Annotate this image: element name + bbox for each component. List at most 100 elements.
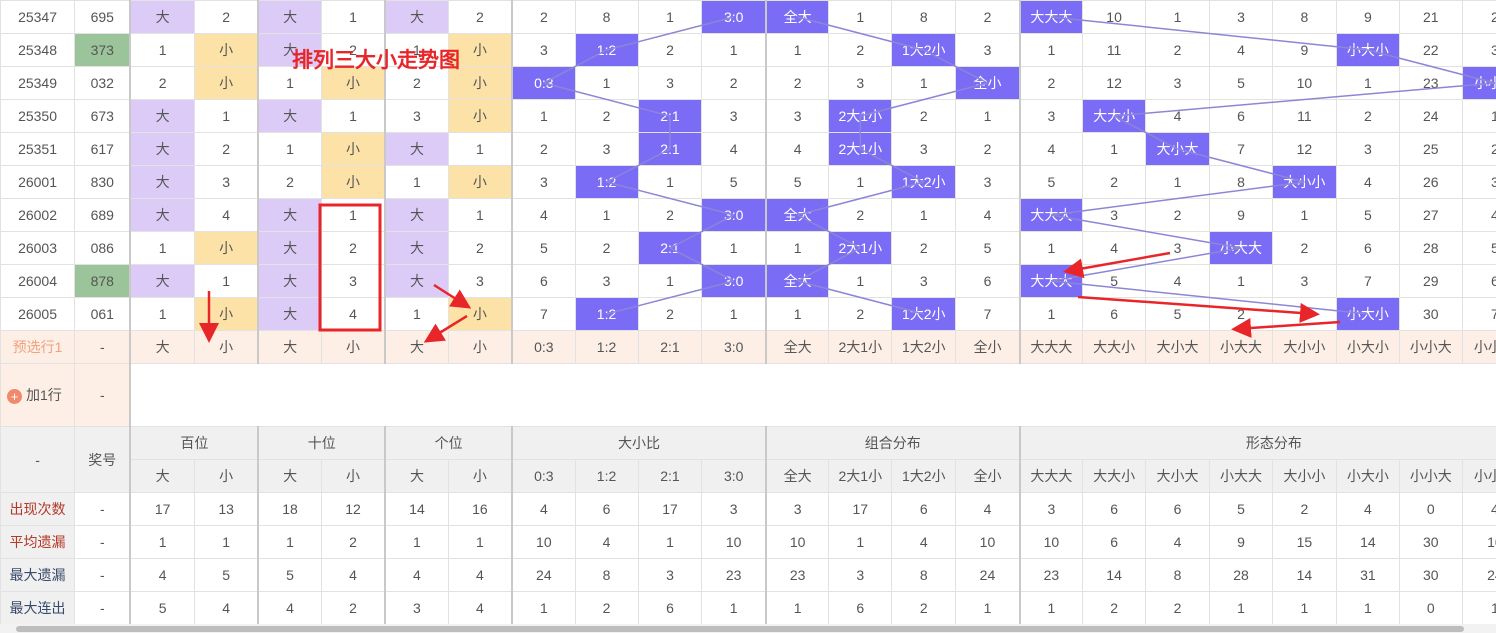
form-cell: 大大大 bbox=[1019, 198, 1084, 232]
form-cell: 23 bbox=[1398, 66, 1463, 100]
bai-cell: 小 bbox=[193, 66, 260, 100]
add-row-empty bbox=[129, 363, 1496, 427]
award-number-cell: 673 bbox=[74, 99, 132, 133]
ratio-cell: 5 bbox=[701, 165, 767, 199]
shi-cell: 4 bbox=[320, 297, 387, 331]
award-number-cell: 032 bbox=[74, 66, 132, 100]
ratio-cell: 1:2 bbox=[574, 165, 639, 199]
ratio-cell: 1 bbox=[701, 231, 767, 265]
ratio-cell: 1 bbox=[574, 198, 639, 232]
stat-label: 平均遗漏 bbox=[0, 525, 76, 559]
preselect-cell[interactable]: 3:0 bbox=[701, 330, 767, 364]
ge-cell: 大 bbox=[384, 198, 449, 232]
stat-value: 6 bbox=[1082, 525, 1147, 559]
form-cell: 1 bbox=[1145, 165, 1211, 199]
form-cell: 9 bbox=[1209, 198, 1273, 232]
form-cell: 11 bbox=[1082, 33, 1147, 67]
stat-value: 17 bbox=[828, 492, 893, 526]
award-number-cell: 617 bbox=[74, 132, 132, 166]
preselect-cell[interactable]: 全小 bbox=[955, 330, 1021, 364]
header-group-ge: 个位 bbox=[384, 426, 514, 460]
preselect-cell[interactable]: 小大大 bbox=[1209, 330, 1273, 364]
bai-cell: 1 bbox=[193, 99, 260, 133]
stat-value: 4 bbox=[955, 492, 1021, 526]
preselect-cell[interactable]: 小 bbox=[193, 330, 260, 364]
form-cell: 12 bbox=[1271, 132, 1337, 166]
preselect-cell[interactable]: 0:3 bbox=[511, 330, 576, 364]
form-cell: 22 bbox=[1398, 33, 1463, 67]
trend-table: 25347 695 大 2 大 1 大 2 2 8 1 3:0 全大 1 8 2 大大大 10 1 3 8 9 21 2 253… bbox=[0, 0, 1496, 625]
combo-cell: 4 bbox=[765, 132, 830, 166]
preselect-cell[interactable]: 大 bbox=[384, 330, 449, 364]
ge-cell: 3 bbox=[447, 264, 514, 298]
ge-cell: 2 bbox=[447, 0, 514, 34]
ratio-cell: 2:1 bbox=[637, 132, 703, 166]
preselect-cell[interactable]: 2:1 bbox=[637, 330, 703, 364]
horizontal-scrollbar[interactable] bbox=[0, 624, 1496, 633]
ratio-cell: 2 bbox=[637, 198, 703, 232]
form-cell: 7 bbox=[1209, 132, 1273, 166]
preselect-cell[interactable]: 大 bbox=[129, 330, 195, 364]
preselect-cell[interactable]: 小小小 bbox=[1461, 330, 1496, 364]
preselect-cell[interactable]: 小 bbox=[320, 330, 387, 364]
stat-value: 2 bbox=[1145, 591, 1211, 625]
combo-cell: 1大2小 bbox=[891, 297, 957, 331]
scrollbar-thumb[interactable] bbox=[16, 626, 1464, 632]
stat-value: 1 bbox=[828, 525, 893, 559]
preselect-cell[interactable]: 大小大 bbox=[1145, 330, 1211, 364]
preselect-cell[interactable]: 全大 bbox=[765, 330, 830, 364]
preselect-cell[interactable]: 小小大 bbox=[1398, 330, 1463, 364]
header-sub-cell: 大 bbox=[257, 459, 322, 493]
stat-value: 2 bbox=[320, 525, 387, 559]
ge-cell: 1 bbox=[384, 165, 449, 199]
form-cell: 11 bbox=[1271, 99, 1337, 133]
preselect-row[interactable]: 预选行1 - 大小大小大小 0:3 1:2 2:1 3:0 全大 2大1小 1大2小 全小 大大大… bbox=[0, 330, 1496, 364]
combo-cell: 全大 bbox=[765, 198, 830, 232]
form-cell: 3 bbox=[1461, 165, 1496, 199]
stat-value: 10 bbox=[1019, 525, 1084, 559]
header-award: 奖号 bbox=[74, 426, 132, 493]
stat-value: 16 bbox=[447, 492, 514, 526]
add-row-button[interactable]: + 加1行 bbox=[0, 363, 76, 427]
stat-value: 4 bbox=[384, 558, 449, 592]
stat-value: 17 bbox=[637, 492, 703, 526]
ratio-cell: 8 bbox=[574, 0, 639, 34]
stat-value: 4 bbox=[1335, 492, 1400, 526]
combo-cell: 全大 bbox=[765, 0, 830, 34]
issue-cell: 26004 bbox=[0, 264, 76, 298]
ratio-cell: 2 bbox=[511, 0, 576, 34]
preselect-cell[interactable]: 大大大 bbox=[1019, 330, 1084, 364]
form-cell: 6 bbox=[1335, 231, 1400, 265]
form-cell: 大大小 bbox=[1082, 99, 1147, 133]
preselect-cell[interactable]: 大 bbox=[257, 330, 322, 364]
header-sub-cell: 全小 bbox=[955, 459, 1021, 493]
form-cell: 5 bbox=[1019, 165, 1084, 199]
form-cell: 5 bbox=[1082, 264, 1147, 298]
ratio-cell: 2 bbox=[574, 231, 639, 265]
bai-cell: 2 bbox=[193, 0, 260, 34]
combo-cell: 3 bbox=[955, 165, 1021, 199]
preselect-cell[interactable]: 大小小 bbox=[1271, 330, 1337, 364]
header-sub-cell: 大大大 bbox=[1019, 459, 1084, 493]
preselect-cell[interactable]: 2大1小 bbox=[828, 330, 893, 364]
issue-cell: 25351 bbox=[0, 132, 76, 166]
header-sub-cell: 1大2小 bbox=[891, 459, 957, 493]
combo-cell: 7 bbox=[955, 297, 1021, 331]
shi-cell: 小 bbox=[320, 165, 387, 199]
stat-value: 24 bbox=[955, 558, 1021, 592]
preselect-cell[interactable]: 小大小 bbox=[1335, 330, 1400, 364]
ratio-cell: 1 bbox=[637, 264, 703, 298]
form-cell: 1 bbox=[1271, 198, 1337, 232]
form-cell: 3 bbox=[1019, 99, 1084, 133]
shi-cell: 大 bbox=[257, 0, 322, 34]
preselect-cell[interactable]: 1大2小 bbox=[891, 330, 957, 364]
preselect-cell[interactable]: 1:2 bbox=[574, 330, 639, 364]
form-cell: 8 bbox=[1271, 0, 1337, 34]
preselect-cell[interactable]: 大大小 bbox=[1082, 330, 1147, 364]
preselect-cell[interactable]: 小 bbox=[447, 330, 514, 364]
stat-value: 4 bbox=[447, 558, 514, 592]
stat-value: 17 bbox=[129, 492, 195, 526]
combo-cell: 5 bbox=[955, 231, 1021, 265]
header-sub-cell: 小大小 bbox=[1335, 459, 1400, 493]
stat-value: 1 bbox=[447, 525, 514, 559]
